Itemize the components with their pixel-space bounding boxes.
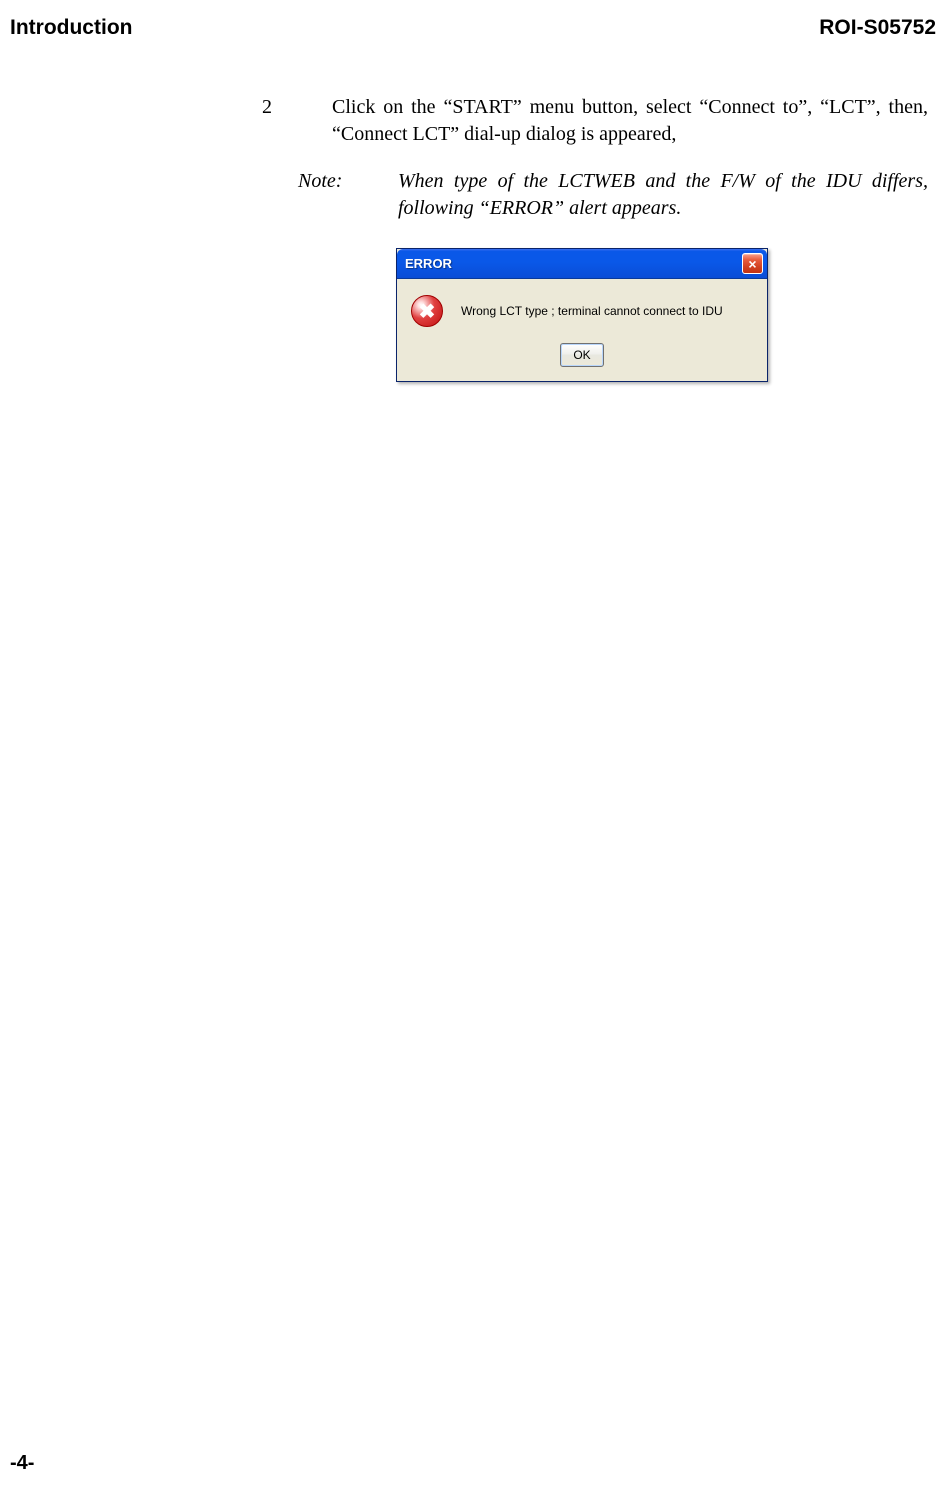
page-footer: -4-	[10, 1452, 34, 1475]
note-text: When type of the LCTWEB and the F/W of t…	[398, 168, 928, 222]
ok-button-label: OK	[573, 348, 590, 362]
step-number: 2	[262, 94, 332, 148]
note-block: Note: When type of the LCTWEB and the F/…	[262, 168, 928, 222]
error-icon-circle: ✖	[411, 295, 443, 327]
header-section-title: Introduction	[10, 16, 132, 40]
dialog-content-row: ✖ Wrong LCT type ; terminal cannot conne…	[411, 295, 753, 327]
note-label: Note:	[298, 168, 398, 222]
dialog-message: Wrong LCT type ; terminal cannot connect…	[461, 304, 723, 318]
dialog-button-row: OK	[411, 343, 753, 367]
header-doc-id: ROI-S05752	[819, 16, 936, 40]
error-x-glyph: ✖	[419, 299, 436, 324]
dialog-titlebar: ERROR ×	[397, 249, 767, 279]
page-number: -4-	[10, 1452, 34, 1474]
error-dialog-wrapper: ERROR × ✖ Wrong LCT type ; terminal cann…	[396, 248, 928, 382]
dialog-body: ✖ Wrong LCT type ; terminal cannot conne…	[397, 279, 767, 381]
main-content: 2 Click on the “START” menu button, sele…	[262, 94, 928, 382]
error-icon: ✖	[411, 295, 443, 327]
close-icon: ×	[748, 257, 756, 271]
step-item: 2 Click on the “START” menu button, sele…	[262, 94, 928, 148]
page-header: Introduction ROI-S05752	[10, 16, 936, 40]
step-text: Click on the “START” menu button, select…	[332, 94, 928, 148]
ok-button[interactable]: OK	[560, 343, 604, 367]
dialog-title: ERROR	[405, 256, 452, 271]
error-dialog: ERROR × ✖ Wrong LCT type ; terminal cann…	[396, 248, 768, 382]
close-button[interactable]: ×	[742, 253, 763, 274]
